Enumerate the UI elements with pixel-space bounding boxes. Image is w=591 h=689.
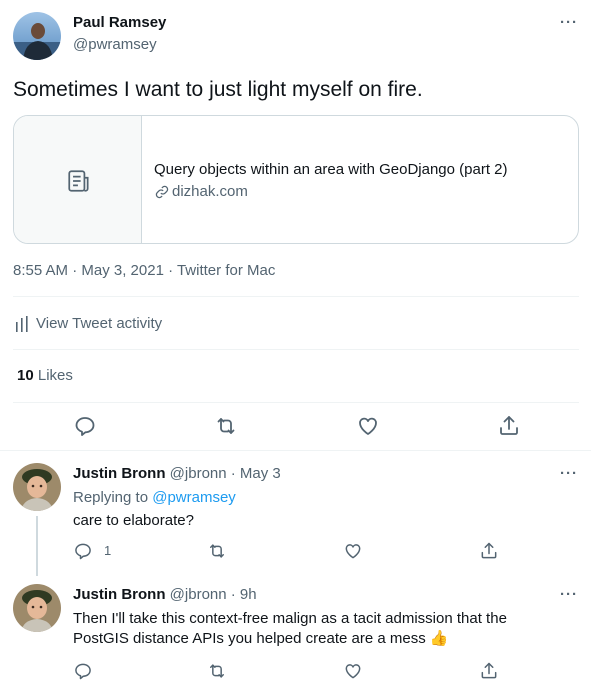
reply-icon[interactable] (73, 414, 97, 438)
more-options-icon[interactable]: ··· (560, 14, 578, 31)
reply-author-name[interactable]: Justin Bronn (73, 465, 166, 482)
author-avatar[interactable] (13, 12, 61, 60)
reply-text-line: Then I'll take this context-free malign … (73, 610, 507, 627)
author-name[interactable]: Paul Ramsey (73, 14, 166, 32)
divider (13, 296, 579, 297)
article-icon (66, 168, 92, 194)
share-icon[interactable] (497, 414, 521, 438)
reply-handle-time[interactable]: @jbronn · 9h (170, 586, 257, 603)
reply-icon[interactable] (73, 661, 93, 681)
share-icon[interactable] (479, 541, 499, 561)
divider (0, 450, 591, 451)
card-title: Query objects within an area with GeoDja… (154, 161, 508, 178)
divider (13, 402, 579, 403)
retweet-icon[interactable] (214, 414, 238, 438)
reply-handle-time[interactable]: @jbronn · May 3 (170, 465, 281, 482)
card-thumbnail (14, 116, 142, 243)
thumbs-up-emoji: 👍 (429, 630, 449, 647)
reply-header: Justin Bronn @jbronn · May 3 (73, 465, 281, 483)
link-icon (155, 185, 169, 199)
analytics-icon (15, 316, 29, 332)
tweet-timestamp[interactable]: 8:55 AM · May 3, 2021 · Twitter for Mac (13, 262, 275, 280)
link-card[interactable]: Query objects within an area with GeoDja… (13, 115, 579, 244)
reply-text-line-content: PostGIS distance APIs you helped create … (73, 630, 426, 647)
replying-to-link[interactable]: @pwramsey (152, 489, 236, 506)
reply-text-line: PostGIS distance APIs you helped create … (73, 630, 449, 648)
reply-text: care to elaborate? (73, 512, 194, 529)
replying-to: Replying to @pwramsey (73, 489, 236, 507)
reply-header: Justin Bronn @jbronn · 9h (73, 586, 257, 604)
thread-line (36, 516, 38, 576)
like-icon[interactable] (343, 541, 363, 561)
share-icon[interactable] (479, 661, 499, 681)
likes-label: Likes (37, 367, 73, 384)
view-activity-label: View Tweet activity (36, 315, 163, 332)
likes-count: 10 (17, 367, 34, 384)
retweet-icon[interactable] (207, 541, 227, 561)
reply-count: 1 (104, 543, 112, 558)
author-handle[interactable]: @pwramsey (73, 36, 157, 54)
retweet-icon[interactable] (207, 661, 227, 681)
replying-to-prefix: Replying to (73, 489, 149, 506)
reply-more-icon[interactable]: ··· (560, 586, 578, 603)
reply-icon[interactable] (73, 541, 93, 561)
card-domain: dizhak.com (172, 183, 248, 200)
like-icon[interactable] (343, 661, 363, 681)
reply-avatar[interactable] (13, 463, 61, 511)
reply-author-name[interactable]: Justin Bronn (73, 586, 166, 603)
likes-stat[interactable]: 10 Likes (17, 367, 73, 385)
tweet-text: Sometimes I want to just light myself on… (13, 78, 423, 101)
divider (13, 349, 579, 350)
like-icon[interactable] (356, 414, 380, 438)
reply-avatar[interactable] (13, 584, 61, 632)
reply-more-icon[interactable]: ··· (560, 465, 578, 482)
